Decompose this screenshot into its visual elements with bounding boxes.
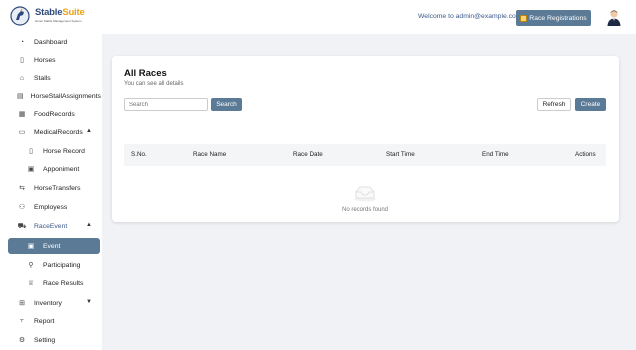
sidebar-item-label: RaceEvent bbox=[34, 222, 68, 230]
sidebar-item-race-event[interactable]: ⛟ RaceEvent ▲ bbox=[8, 218, 100, 234]
sidebar-item-horse-record[interactable]: ▯ Horse Record bbox=[8, 143, 100, 159]
refresh-button[interactable]: Refresh bbox=[537, 98, 571, 111]
brand-logo[interactable]: StableSuite Horse Stable Management Syst… bbox=[10, 5, 90, 27]
dashboard-icon: ◔ bbox=[19, 38, 25, 46]
empty-state-text: No records found bbox=[341, 207, 389, 213]
brand-name: StableSuite bbox=[35, 7, 85, 18]
chevron-down-icon: ▼ bbox=[86, 299, 92, 305]
avatar[interactable] bbox=[605, 8, 623, 26]
sidebar: ◔ Dashboard ▯ Horses ⌂ Stalls ▤ HorseSta… bbox=[0, 34, 102, 350]
sidebar-item-label: Apponiment bbox=[43, 165, 80, 173]
sidebar-item-label: HorseTransfers bbox=[34, 184, 81, 192]
column-header-end-time: End Time bbox=[482, 151, 509, 158]
food-icon: ▦ bbox=[18, 111, 26, 118]
sidebar-item-employess[interactable]: ⚇ Employess bbox=[8, 199, 100, 215]
chevron-up-icon: ▲ bbox=[86, 222, 92, 228]
races-card: All Races You can see all details Search… bbox=[112, 56, 619, 222]
sidebar-item-event[interactable]: ▣ Event bbox=[8, 238, 100, 254]
sidebar-item-setting[interactable]: ⚙ Setting bbox=[8, 332, 100, 348]
column-header-sno: S.No. bbox=[131, 151, 147, 158]
column-header-race-date: Race Date bbox=[293, 151, 323, 158]
sidebar-item-label: Stalls bbox=[34, 74, 51, 82]
grid-icon: ⊞ bbox=[19, 300, 25, 307]
column-header-start-time: Start Time bbox=[386, 151, 415, 158]
medical-icon: ▭ bbox=[18, 129, 26, 136]
welcome-text: Welcome to admin@example.com bbox=[418, 13, 522, 20]
chart-icon: ⫟ bbox=[19, 317, 25, 324]
sidebar-item-race-results[interactable]: ♕ Race Results bbox=[8, 275, 100, 291]
race-registrations-label: Race Registrations bbox=[529, 14, 587, 22]
clipboard-icon bbox=[520, 14, 528, 22]
horse-icon: ▯ bbox=[20, 57, 24, 64]
sidebar-item-dashboard[interactable]: ◔ Dashboard bbox=[8, 34, 100, 50]
search-button[interactable]: Search bbox=[211, 98, 242, 111]
sidebar-item-horse-stall-assignments[interactable]: ▤ HorseStallAssignments bbox=[8, 88, 101, 104]
column-header-race-name: Race Name bbox=[193, 151, 227, 158]
sidebar-item-horses[interactable]: ▯ Horses bbox=[8, 52, 100, 68]
sidebar-item-horse-transfers[interactable]: ⇆ HorseTransfers bbox=[8, 180, 100, 196]
top-bar: StableSuite Horse Stable Management Syst… bbox=[0, 0, 636, 34]
calendar-icon: ▣ bbox=[27, 243, 35, 250]
sidebar-item-label: Inventory bbox=[34, 299, 62, 307]
sidebar-item-label: Setting bbox=[34, 336, 56, 344]
sidebar-item-label: Event bbox=[43, 242, 61, 250]
sidebar-item-label: Employess bbox=[34, 203, 68, 211]
scrollbar-track[interactable] bbox=[627, 34, 636, 350]
sidebar-item-apponiment[interactable]: ▣ Apponiment bbox=[8, 161, 100, 177]
assignment-icon: ▤ bbox=[17, 93, 24, 100]
calendar-icon: ▣ bbox=[27, 166, 35, 173]
person-icon: ⚲ bbox=[28, 262, 34, 269]
sidebar-item-participating[interactable]: ⚲ Participating bbox=[8, 257, 100, 273]
create-button[interactable]: Create bbox=[575, 98, 606, 111]
sidebar-item-label: Participating bbox=[43, 261, 81, 269]
horse-logo-icon bbox=[10, 6, 30, 26]
sidebar-item-label: Race Results bbox=[43, 279, 84, 287]
column-header-actions: Actions bbox=[575, 151, 596, 158]
search-input[interactable] bbox=[124, 98, 208, 111]
main-content: All Races You can see all details Search… bbox=[102, 34, 636, 350]
sidebar-item-label: Horses bbox=[34, 56, 56, 64]
trophy-icon: ♕ bbox=[27, 280, 35, 287]
transfer-icon: ⇆ bbox=[19, 185, 25, 192]
table-header: S.No. Race Name Race Date Start Time End… bbox=[124, 144, 606, 166]
sidebar-item-label: Dashboard bbox=[34, 38, 68, 46]
sidebar-item-report[interactable]: ⫟ Report bbox=[8, 313, 100, 329]
users-icon: ⚇ bbox=[18, 204, 26, 211]
sidebar-item-medical-records[interactable]: ▭ MedicalRecords ▲ bbox=[8, 124, 100, 140]
document-icon: ▯ bbox=[29, 148, 33, 155]
sidebar-item-label: Horse Record bbox=[43, 147, 85, 155]
sidebar-item-label: FoodRecords bbox=[34, 110, 75, 118]
sidebar-item-label: HorseStallAssignments bbox=[30, 92, 101, 100]
sidebar-item-stalls[interactable]: ⌂ Stalls bbox=[8, 70, 100, 86]
empty-inbox-icon bbox=[354, 186, 376, 202]
sidebar-item-label: MedicalRecords bbox=[34, 128, 83, 136]
sidebar-item-food-records[interactable]: ▦ FoodRecords bbox=[8, 106, 100, 122]
race-registrations-button[interactable]: Race Registrations bbox=[516, 10, 591, 26]
sidebar-item-label: Report bbox=[34, 317, 55, 325]
chevron-up-icon: ▲ bbox=[86, 128, 92, 134]
page-title: All Races bbox=[124, 68, 167, 79]
page-subtitle: You can see all details bbox=[124, 81, 184, 87]
sidebar-item-inventory[interactable]: ⊞ Inventory ▼ bbox=[8, 295, 100, 311]
brand-tagline: Horse Stable Management System bbox=[35, 19, 82, 23]
race-icon: ⛟ bbox=[17, 222, 27, 230]
gear-icon: ⚙ bbox=[18, 337, 26, 344]
home-icon: ⌂ bbox=[19, 74, 25, 82]
